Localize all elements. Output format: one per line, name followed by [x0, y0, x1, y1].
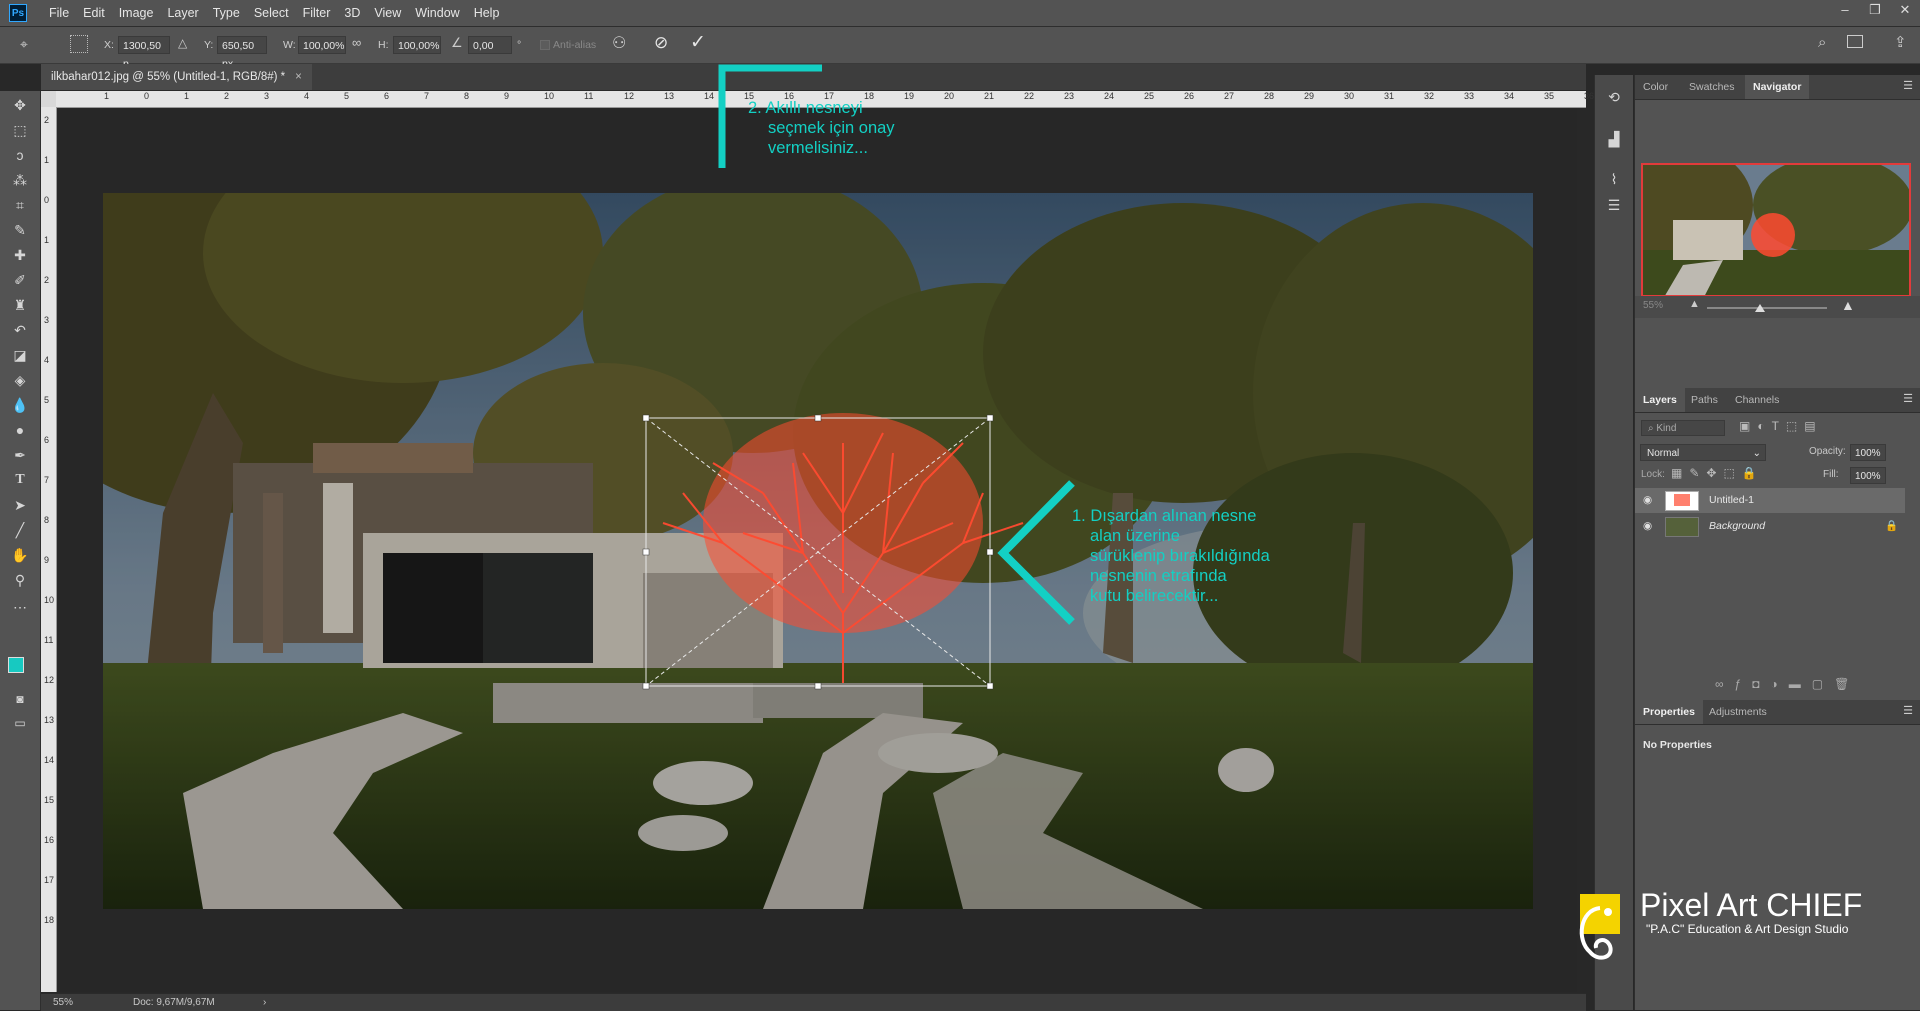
layer-thumbnail: [1665, 491, 1699, 511]
properties-empty-text: No Properties: [1643, 739, 1712, 751]
tab-color[interactable]: Color: [1635, 75, 1676, 99]
layer-name[interactable]: Untitled-1: [1709, 488, 1754, 513]
layer-actions[interactable]: ∞ƒ◘◑▬▢🗑: [1715, 677, 1860, 691]
blend-mode-value: Normal: [1647, 448, 1680, 459]
status-bar: 55% Doc: 9,67M/9,67M ›: [41, 993, 1586, 1011]
zoom-slider-track[interactable]: [1707, 307, 1827, 309]
visibility-eye-icon[interactable]: ◉: [1643, 488, 1652, 513]
tab-adjustments[interactable]: Adjustments: [1701, 700, 1775, 724]
filter-kind-select[interactable]: ⌕ Kind: [1641, 420, 1725, 436]
navigator-thumbnail: [1643, 165, 1909, 295]
chevron-down-icon: ⌄: [1752, 448, 1761, 459]
layer-row-background[interactable]: ◉ Background 🔒: [1635, 514, 1905, 539]
zoom-out-icon[interactable]: ▲: [1689, 298, 1700, 310]
navigator-tabs: Color Swatches Navigator ☰: [1635, 75, 1920, 100]
transform-bounding-box: [645, 417, 991, 687]
tab-properties[interactable]: Properties: [1635, 700, 1703, 724]
zoom-in-icon[interactable]: ▲: [1841, 297, 1855, 313]
tab-layers[interactable]: Layers: [1635, 388, 1685, 412]
layer-row-untitled[interactable]: ◉ Untitled-1: [1635, 488, 1905, 513]
lock-icon: 🔒: [1885, 520, 1899, 532]
navigator-zoom-value[interactable]: 55%: [1643, 300, 1663, 311]
panel-icon-strip: ⟲ ▟ ⌇ ☰: [1594, 75, 1633, 1010]
watermark-title: Pixel Art CHIEF: [1640, 887, 1863, 923]
lock-label: Lock:: [1641, 469, 1665, 480]
panel-menu-icon[interactable]: ☰: [1903, 79, 1913, 92]
right-panels: Color Swatches Navigator ☰ 55% ▲ ▲ Layer…: [1634, 75, 1920, 1010]
fill-input[interactable]: 100%: [1850, 467, 1886, 484]
kind-label: Kind: [1656, 423, 1677, 434]
annotation-arrow-right: [997, 480, 1075, 625]
tab-swatches[interactable]: Swatches: [1681, 75, 1743, 99]
annotation-drop: 1. Dışardan alınan nesne alan üzerine sü…: [1072, 507, 1270, 605]
layer-filter-icons[interactable]: ▣◐T⬚▤: [1739, 419, 1823, 433]
history-icon[interactable]: ⟲: [1604, 87, 1624, 107]
tab-channels[interactable]: Channels: [1727, 388, 1787, 412]
watermark-subtitle: "P.A.C" Education & Art Design Studio: [1646, 922, 1849, 936]
navigator-preview[interactable]: [1641, 163, 1911, 297]
zoom-level[interactable]: 55%: [53, 994, 73, 1011]
properties-menu-icon[interactable]: ☰: [1903, 704, 1913, 717]
opacity-input[interactable]: 100%: [1850, 444, 1886, 461]
tab-navigator[interactable]: Navigator: [1745, 75, 1810, 99]
layer-name[interactable]: Background: [1709, 514, 1765, 539]
fill-label: Fill:: [1823, 469, 1839, 480]
blend-mode-select[interactable]: Normal ⌄: [1640, 444, 1766, 461]
chameleon-logo: [1570, 890, 1632, 980]
visibility-eye-icon[interactable]: ◉: [1643, 514, 1652, 539]
lock-icons[interactable]: ▦✎✥⬚🔒: [1671, 466, 1764, 480]
layers-menu-icon[interactable]: ☰: [1903, 392, 1913, 405]
histogram-icon[interactable]: ▟: [1604, 129, 1624, 149]
zoom-slider-thumb[interactable]: [1755, 304, 1765, 312]
doc-size: Doc: 9,67M/9,67M: [133, 997, 215, 1008]
layer-thumbnail: [1665, 517, 1699, 537]
annotation-commit: 2. Akıllı nesneyi seçmek için onay verme…: [748, 99, 895, 157]
opacity-label: Opacity:: [1809, 446, 1846, 457]
layers-tabs: Layers Paths Channels ☰: [1635, 388, 1920, 413]
adjustments-sliders-icon[interactable]: ☰: [1604, 195, 1624, 215]
brush-settings-icon[interactable]: ⌇: [1604, 169, 1624, 189]
navigator-zoom-bar: 55% ▲ ▲: [1635, 296, 1920, 318]
tab-paths[interactable]: Paths: [1683, 388, 1726, 412]
status-menu-arrow[interactable]: ›: [263, 994, 266, 1011]
properties-tabs: Properties Adjustments ☰: [1635, 700, 1920, 725]
